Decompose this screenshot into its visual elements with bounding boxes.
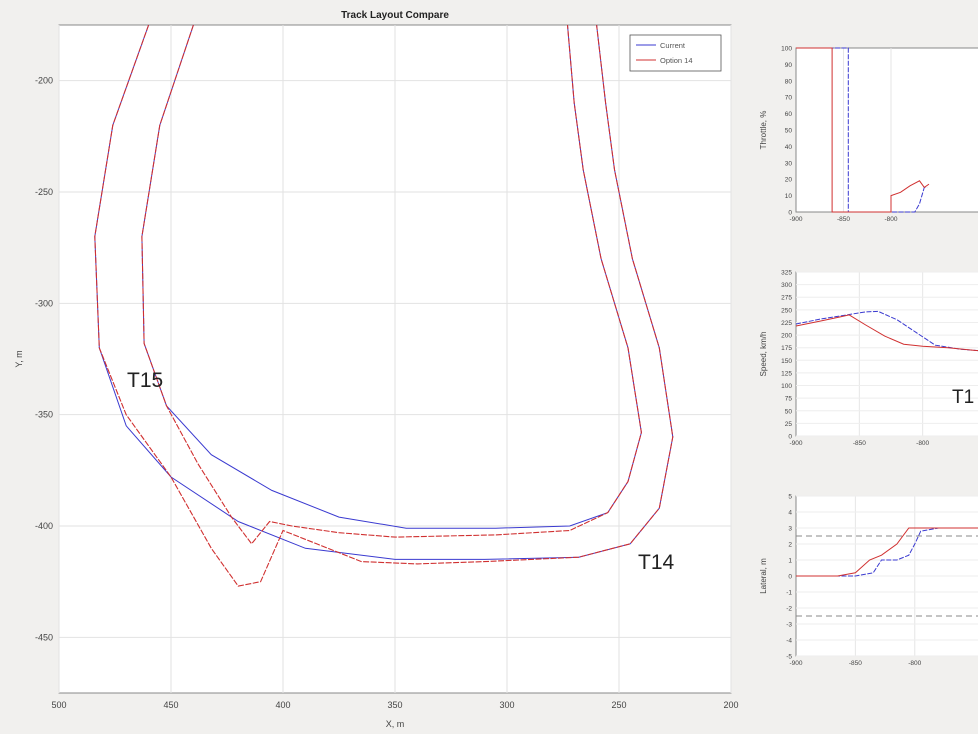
legend-label-option: Option 14 — [660, 56, 693, 65]
y-tick-label: 1 — [788, 558, 792, 565]
throttle-plot: -900 -850 -800 0 10 20 30 40 50 60 70 80 90 100 Throt… — [759, 46, 978, 223]
y-tick-label: 225 — [781, 320, 792, 327]
y-tick-label: 75 — [785, 396, 793, 403]
y-tick-label: 40 — [785, 144, 793, 151]
y-tick-label: 250 — [781, 307, 792, 314]
y-tick-label: 2 — [788, 542, 792, 549]
x-tick-label: -850 — [837, 216, 850, 223]
x-tick-label: -800 — [916, 440, 929, 447]
y-tick-label: -200 — [35, 76, 53, 86]
y-tick-label: -2 — [786, 606, 792, 613]
speed-plot-ylabel: Speed, km/h — [759, 332, 768, 377]
y-tick-label: -350 — [35, 410, 53, 420]
y-tick-label: -400 — [35, 521, 53, 531]
y-tick-label: 200 — [781, 333, 792, 340]
speed-plot-area — [795, 271, 978, 437]
x-tick-label: -900 — [789, 440, 802, 447]
y-tick-label: -3 — [786, 622, 792, 629]
y-tick-label: 25 — [785, 421, 793, 428]
y-tick-label: 5 — [788, 494, 792, 501]
x-tick-label: -900 — [789, 216, 802, 223]
x-tick-label: 250 — [611, 700, 626, 710]
x-tick-label: 300 — [499, 700, 514, 710]
y-tick-label: 100 — [781, 383, 792, 390]
x-tick-label: 350 — [387, 700, 402, 710]
x-tick-label: -850 — [849, 660, 862, 667]
x-tick-label: -800 — [908, 660, 921, 667]
y-tick-label: -5 — [786, 654, 792, 661]
x-tick-label: -900 — [789, 660, 802, 667]
y-tick-label: 175 — [781, 345, 792, 352]
throttle-plot-area — [795, 47, 978, 213]
chart-figure: 500 450 400 350 300 250 200-200-250-300-350-40… — [14, 10, 978, 729]
y-tick-label: 50 — [785, 128, 793, 135]
track-plot-legend: Current Option 14 — [629, 34, 722, 72]
y-tick-label: 125 — [781, 370, 792, 377]
x-tick-label: -850 — [853, 440, 866, 447]
lateral-plot-ylabel: Lateral, m — [759, 558, 768, 594]
track-plot-xlabel: X, m — [386, 719, 405, 729]
y-tick-label: 100 — [781, 46, 792, 53]
speed-plot: -900 -850 -800 0 25 50 75 100 125 150 175 200 225 250… — [759, 270, 978, 447]
y-tick-label: -4 — [786, 638, 792, 645]
y-tick-label: 300 — [781, 282, 792, 289]
y-tick-label: 0 — [788, 574, 792, 581]
lateral-plot: -900 -850 -800 5 4 3 2 1 0 -1 -2 -3 -4 -5 Lateral, m — [759, 494, 978, 667]
y-tick-label: 30 — [785, 160, 793, 167]
y-tick-label: -250 — [35, 187, 53, 197]
y-tick-label: 20 — [785, 177, 793, 184]
y-tick-label: 0 — [788, 434, 792, 441]
y-tick-label: 0 — [788, 210, 792, 217]
track-plot: 500 450 400 350 300 250 200 -200 -250 -300 -350 -40… — [14, 10, 739, 729]
track-plot-ylabel: Y, m — [14, 350, 24, 367]
y-tick-label: 3 — [788, 526, 792, 533]
y-tick-label: 70 — [785, 95, 793, 102]
y-tick-label: 60 — [785, 111, 793, 118]
y-tick-label: 90 — [785, 62, 793, 69]
y-tick-label: 275 — [781, 295, 792, 302]
y-tick-label: 150 — [781, 358, 792, 365]
track-plot-title: Track Layout Compare — [341, 10, 449, 21]
x-tick-label: 400 — [275, 700, 290, 710]
annotation-t15: T15 — [127, 369, 163, 392]
annotation-t14: T14 — [638, 551, 675, 574]
y-tick-label: 4 — [788, 510, 792, 517]
annotation-t1: T1 — [952, 387, 974, 408]
x-tick-label: -800 — [884, 216, 897, 223]
y-tick-label: 80 — [785, 78, 793, 85]
throttle-plot-ylabel: Throttle, % — [759, 111, 768, 150]
y-tick-label: -300 — [35, 298, 53, 308]
legend-label-current: Current — [660, 41, 686, 50]
x-tick-label: 200 — [723, 700, 738, 710]
y-tick-label: -450 — [35, 632, 53, 642]
y-tick-label: 50 — [785, 408, 793, 415]
y-tick-label: -1 — [786, 590, 792, 597]
x-tick-label: 450 — [163, 700, 178, 710]
x-tick-label: 500 — [51, 700, 66, 710]
y-tick-label: 10 — [785, 193, 793, 200]
y-tick-label: 325 — [781, 270, 792, 277]
